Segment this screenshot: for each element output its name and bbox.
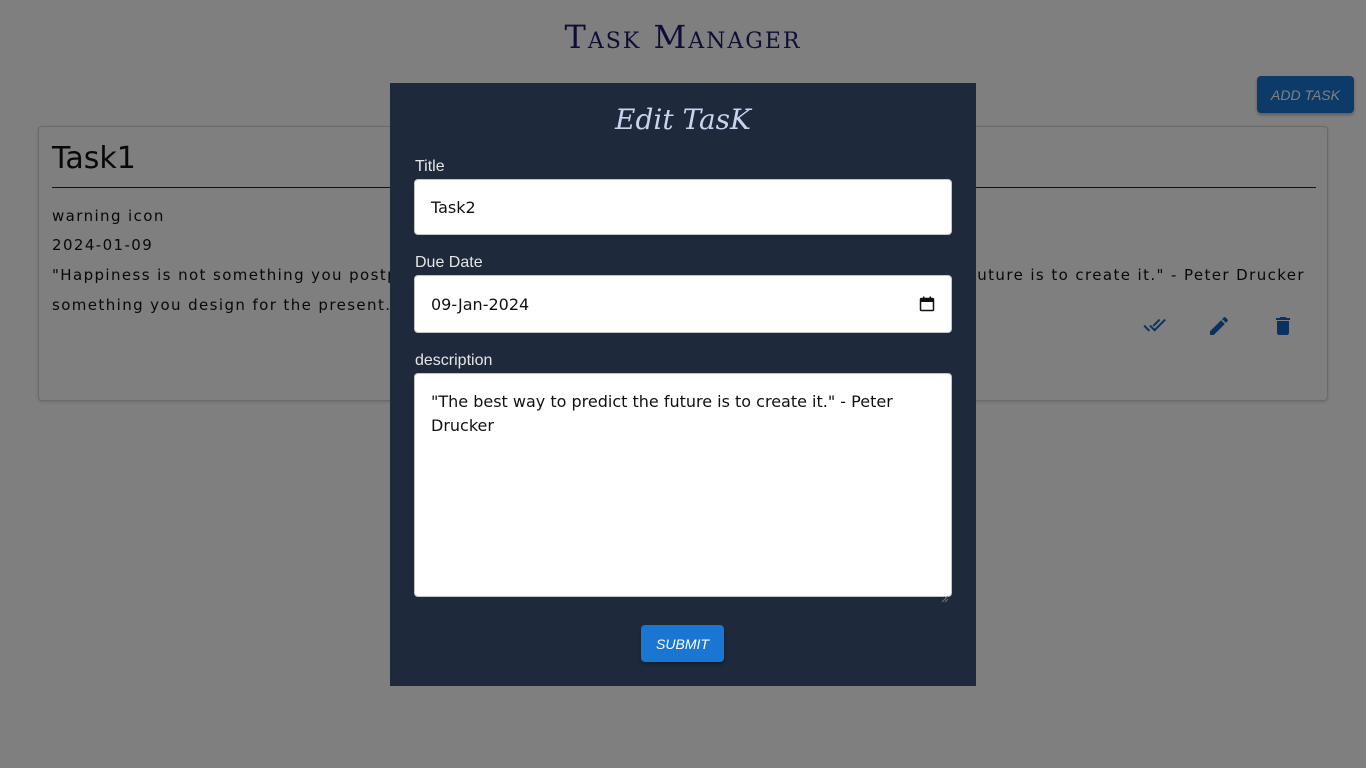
title-input-value: Task2 [431, 197, 476, 217]
submit-button[interactable]: SUBMIT [641, 625, 724, 662]
due-date-label: Due Date [415, 254, 483, 271]
title-input[interactable]: Task2 [414, 179, 952, 235]
description-value: "The best way to predict the future is t… [431, 392, 893, 435]
modal-title: Edit TasK [615, 103, 751, 136]
due-date-input[interactable]: 09-Jan-2024 [414, 275, 952, 333]
page: Task Manager ADD TASK Task1 warning icon… [0, 0, 1366, 768]
due-date-value: 09-Jan-2024 [431, 294, 530, 314]
description-label: description [415, 352, 493, 369]
title-label: Title [415, 158, 445, 175]
description-textarea[interactable]: "The best way to predict the future is t… [414, 373, 952, 603]
calendar-icon[interactable] [919, 296, 935, 312]
edit-task-modal: Edit TasK Title Task2 Due Date 09-Jan-20… [390, 83, 976, 686]
resize-grip-icon[interactable] [941, 586, 949, 603]
